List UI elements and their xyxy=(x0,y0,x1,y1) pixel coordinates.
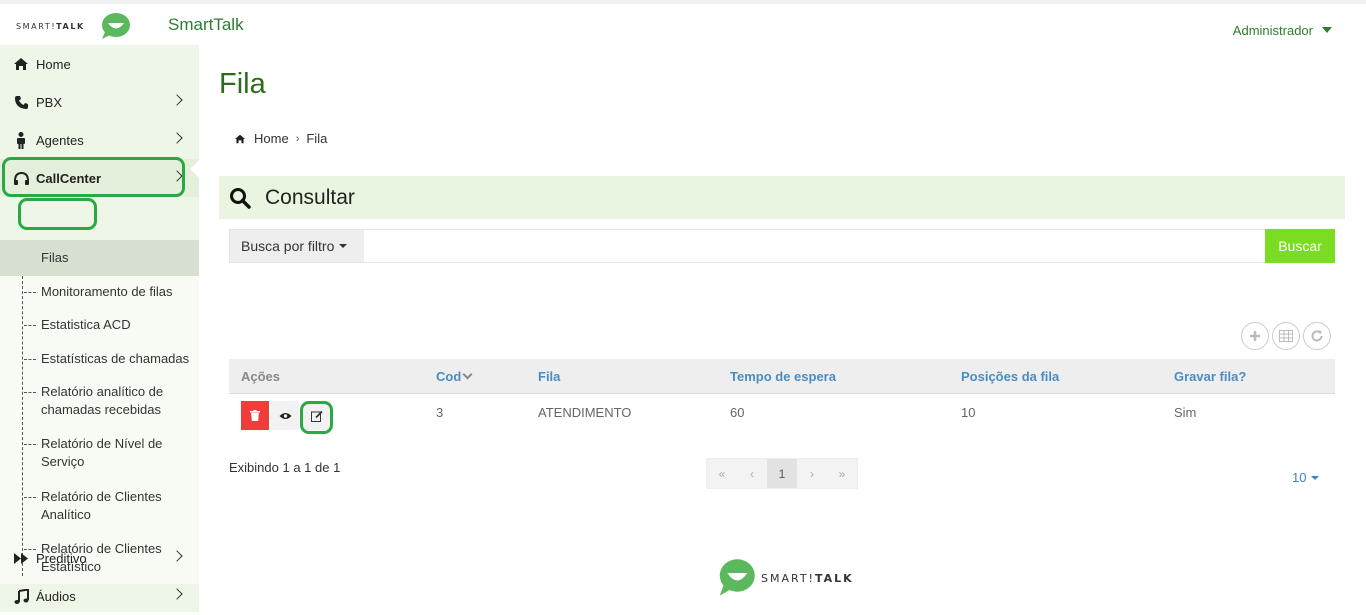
eye-icon xyxy=(279,412,291,419)
sidebar-item-label: Home xyxy=(36,56,71,72)
caret-down-icon xyxy=(339,244,348,248)
chevron-right-icon xyxy=(171,94,183,106)
breadcrumb-home[interactable]: Home xyxy=(254,131,289,146)
filter-dropdown-button[interactable]: Busca por filtro xyxy=(230,230,364,262)
column-tempo-espera[interactable]: Tempo de espera xyxy=(730,369,836,384)
person-icon xyxy=(12,131,30,149)
pagination-info: Exibindo 1 a 1 de 1 xyxy=(229,460,341,475)
table-header: Ações Cod Fila Tempo de espera Posições … xyxy=(229,359,1335,394)
sort-desc-icon xyxy=(462,369,473,380)
plus-icon xyxy=(1250,331,1260,341)
sidebar: Home PBX Agentes CallCenter Filas Monito… xyxy=(0,45,199,612)
chevron-right-icon xyxy=(171,132,183,144)
cell-tempo: 60 xyxy=(730,405,745,420)
consultar-panel-header: Consultar xyxy=(219,176,1345,219)
sidebar-item-pbx[interactable]: PBX xyxy=(0,83,199,121)
search-icon xyxy=(230,187,251,209)
submenu-item-nivel-servico[interactable]: Relatório de Nível de Serviço xyxy=(0,435,180,471)
smarttalk-logo-icon xyxy=(719,559,755,596)
chevron-right-icon xyxy=(171,588,183,600)
sidebar-item-home[interactable]: Home xyxy=(0,45,199,83)
sidebar-item-agentes[interactable]: Agentes xyxy=(0,121,199,159)
sidebar-item-preditivo[interactable]: Preditivo xyxy=(0,539,199,577)
delete-button[interactable] xyxy=(241,401,269,430)
filter-bar: Busca por filtro Buscar xyxy=(229,229,1335,263)
chevron-right-icon xyxy=(171,550,183,562)
page-size-dropdown[interactable]: 10 xyxy=(1292,470,1320,485)
pager-prev[interactable]: ‹ xyxy=(737,459,767,488)
view-button[interactable] xyxy=(271,401,299,430)
breadcrumb-current: Fila xyxy=(306,131,328,146)
pager-current[interactable]: 1 xyxy=(767,459,797,488)
edit-button[interactable] xyxy=(303,401,331,430)
submenu-item-clientes-analitico[interactable]: Relatório de Clientes Analítico xyxy=(0,488,180,524)
sidebar-item-label: Agentes xyxy=(36,132,84,148)
sidebar-item-audios[interactable]: Áudios xyxy=(0,577,199,615)
panel-title: Consultar xyxy=(265,185,355,209)
home-icon xyxy=(234,134,246,144)
submenu-item-estatisticas-chamadas[interactable]: Estatísticas de chamadas xyxy=(0,350,199,368)
user-name: Administrador xyxy=(1232,23,1313,38)
pagination: « ‹ 1 › » xyxy=(706,458,858,489)
refresh-button[interactable] xyxy=(1303,322,1331,350)
app-title: SmartTalk xyxy=(168,15,244,34)
sidebar-item-label: Preditivo xyxy=(36,550,87,566)
sidebar-item-callcenter[interactable]: CallCenter xyxy=(0,159,199,197)
brand-wordmark: SMART!TALK xyxy=(16,21,85,31)
caret-down-icon xyxy=(1311,476,1320,480)
table-grid-icon xyxy=(1279,330,1293,342)
pager-last[interactable]: » xyxy=(827,459,857,488)
columns-button[interactable] xyxy=(1272,322,1300,350)
sidebar-item-label: Áudios xyxy=(36,588,76,604)
submenu-item-estatistica-acd[interactable]: Estatistica ACD xyxy=(0,316,199,334)
headset-icon xyxy=(12,170,30,186)
active-indicator xyxy=(190,160,199,178)
brand-logo[interactable]: SMART!TALK xyxy=(16,12,131,40)
top-bar: SMART!TALK SmartTalk Administrador xyxy=(0,0,1366,45)
submenu-item-relatorio-analitico[interactable]: Relatório analítico de chamadas recebida… xyxy=(0,383,190,419)
page-title: Fila xyxy=(219,68,266,100)
cell-cod: 3 xyxy=(436,405,444,420)
column-cod[interactable]: Cod xyxy=(436,369,473,384)
table-row: 3 ATENDIMENTO 60 10 Sim xyxy=(229,395,1335,439)
phone-icon xyxy=(12,94,30,110)
search-input[interactable] xyxy=(364,230,1266,262)
breadcrumb: Home › Fila xyxy=(234,131,327,146)
user-menu[interactable]: Administrador xyxy=(1233,23,1332,38)
table-toolbar xyxy=(1241,322,1331,350)
edit-icon xyxy=(311,410,323,422)
cell-gravar: Sim xyxy=(1174,405,1197,420)
search-button[interactable]: Buscar xyxy=(1265,229,1335,263)
pager-first[interactable]: « xyxy=(707,459,737,488)
sidebar-item-label: CallCenter xyxy=(36,170,102,186)
cell-posicoes: 10 xyxy=(961,405,976,420)
refresh-icon xyxy=(1311,330,1323,342)
footer-logo: SMART!TALK xyxy=(716,558,854,598)
column-posicoes[interactable]: Posições da fila xyxy=(961,369,1059,384)
footer-wordmark: SMART!TALK xyxy=(761,571,854,585)
submenu-item-monitoramento[interactable]: Monitoramento de filas xyxy=(0,283,199,301)
fast-forward-icon xyxy=(12,550,30,566)
submenu-item-filas[interactable]: Filas xyxy=(0,240,199,276)
add-button[interactable] xyxy=(1241,322,1269,350)
home-icon xyxy=(12,56,30,72)
trash-icon xyxy=(250,410,260,421)
caret-down-icon xyxy=(1322,27,1332,33)
column-acoes: Ações xyxy=(241,369,281,384)
sidebar-item-label: PBX xyxy=(36,94,63,110)
callcenter-submenu: Filas Monitoramento de filas Estatistica… xyxy=(0,240,199,584)
cell-fila: ATENDIMENTO xyxy=(538,405,632,420)
pager-next[interactable]: › xyxy=(797,459,827,488)
column-fila[interactable]: Fila xyxy=(538,369,560,384)
chevron-right-icon xyxy=(171,170,183,182)
column-gravar[interactable]: Gravar fila? xyxy=(1174,369,1246,384)
smarttalk-logo-icon xyxy=(101,13,130,39)
music-note-icon xyxy=(12,588,30,604)
chevron-right-icon: › xyxy=(295,132,300,145)
